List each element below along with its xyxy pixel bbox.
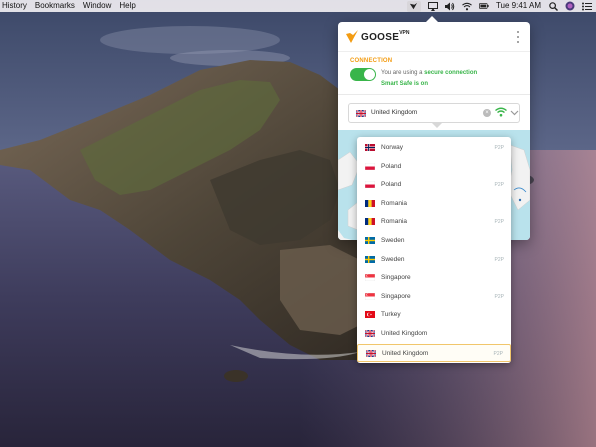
goose-logo: GOOSE VPN [346,30,409,44]
turkey-flag-icon [365,311,375,319]
country-name: Romania [381,199,408,207]
country-name: United Kingdom [381,330,428,337]
menu-window[interactable]: Window [79,0,115,12]
signal-icon [495,107,507,117]
country-name: Sweden [381,237,405,244]
p2p-badge: P2P [494,219,504,226]
volume-icon[interactable] [444,1,455,11]
list-item[interactable]: Sweden [357,232,511,251]
clear-icon[interactable]: × [483,109,491,117]
brand-suffix: VPN [399,30,410,36]
brand-name: GOOSE [361,31,400,43]
country-name: Sweden [381,255,405,263]
p2p-badge: P2P [494,182,504,189]
goose-menubar-icon[interactable] [406,0,421,12]
popover-header: GOOSE VPN [338,22,530,52]
list-item[interactable]: Norway P2P [357,139,511,158]
list-item[interactable]: Romania P2P [357,213,511,232]
country-name: Poland [381,162,402,170]
menu-bar: History Bookmarks Window Help Tue 9:41 A… [0,0,596,12]
singapore-flag-icon [365,274,375,282]
sweden-flag-icon [365,237,375,244]
menu-history[interactable]: History [0,0,31,12]
list-item[interactable]: Poland [357,158,511,177]
toggle-knob [364,69,375,80]
list-item[interactable]: Poland P2P [357,176,511,195]
airplay-icon[interactable] [427,1,438,11]
more-options-icon[interactable] [516,31,520,43]
country-name: Norway [381,144,404,151]
connection-status: You are using a secure connection [381,70,477,76]
p2p-badge: P2P [493,350,503,357]
list-item[interactable]: Turkey [357,306,511,325]
p2p-badge: P2P [494,145,504,151]
siri-icon[interactable] [565,1,575,11]
poland-flag-icon [365,162,375,170]
list-item[interactable]: Singapore P2P [357,288,511,307]
goose-logo-icon [346,30,358,43]
uk-flag-icon [356,110,366,117]
menubar-clock[interactable]: Tue 9:41 AM [496,0,541,12]
connection-label: CONNECTION [350,58,393,64]
romania-flag-icon [365,218,375,226]
sweden-flag-icon [365,255,375,263]
divider [338,94,530,95]
spotlight-search-icon[interactable] [548,1,558,11]
selected-country: United Kingdom [371,109,418,116]
country-name: United Kingdom [382,349,429,357]
smart-safe-status: Smart Safe is on [381,81,429,87]
notification-center-icon[interactable] [582,1,592,11]
country-name: Turkey [381,311,401,319]
list-item[interactable]: Singapore [357,269,511,288]
list-item[interactable]: Romania [357,195,511,214]
battery-icon[interactable] [478,1,489,11]
status-prefix: You are using a [381,70,423,76]
uk-flag-icon [366,349,376,357]
singapore-flag-icon [365,292,375,300]
country-name: Poland [381,181,402,189]
connection-toggle[interactable] [350,68,376,81]
chevron-down-icon[interactable] [510,108,519,118]
romania-flag-icon [365,199,375,207]
menu-help[interactable]: Help [115,0,139,12]
country-dropdown: Norway P2P Poland Poland P2P Romania Rom… [357,137,511,363]
status-area: Tue 9:41 AM [406,0,592,12]
selector-caret [432,123,442,128]
poland-flag-icon [365,181,375,189]
list-item[interactable]: United Kingdom [357,325,511,344]
p2p-badge: P2P [494,256,504,263]
country-name: Singapore [381,274,411,282]
p2p-badge: P2P [494,293,504,300]
wifi-icon[interactable] [462,1,472,11]
menu-items: History Bookmarks Window Help [0,0,140,12]
norway-flag-icon [365,144,375,151]
list-item[interactable]: Sweden P2P [357,251,511,270]
country-name: Singapore [381,292,411,300]
country-selector[interactable]: United Kingdom × [348,103,520,123]
uk-flag-icon [365,330,375,337]
country-name: Romania [381,218,408,226]
menu-bookmarks[interactable]: Bookmarks [31,0,79,12]
list-item-selected[interactable]: United Kingdom P2P [357,343,511,363]
status-highlight: secure connection [424,70,478,76]
